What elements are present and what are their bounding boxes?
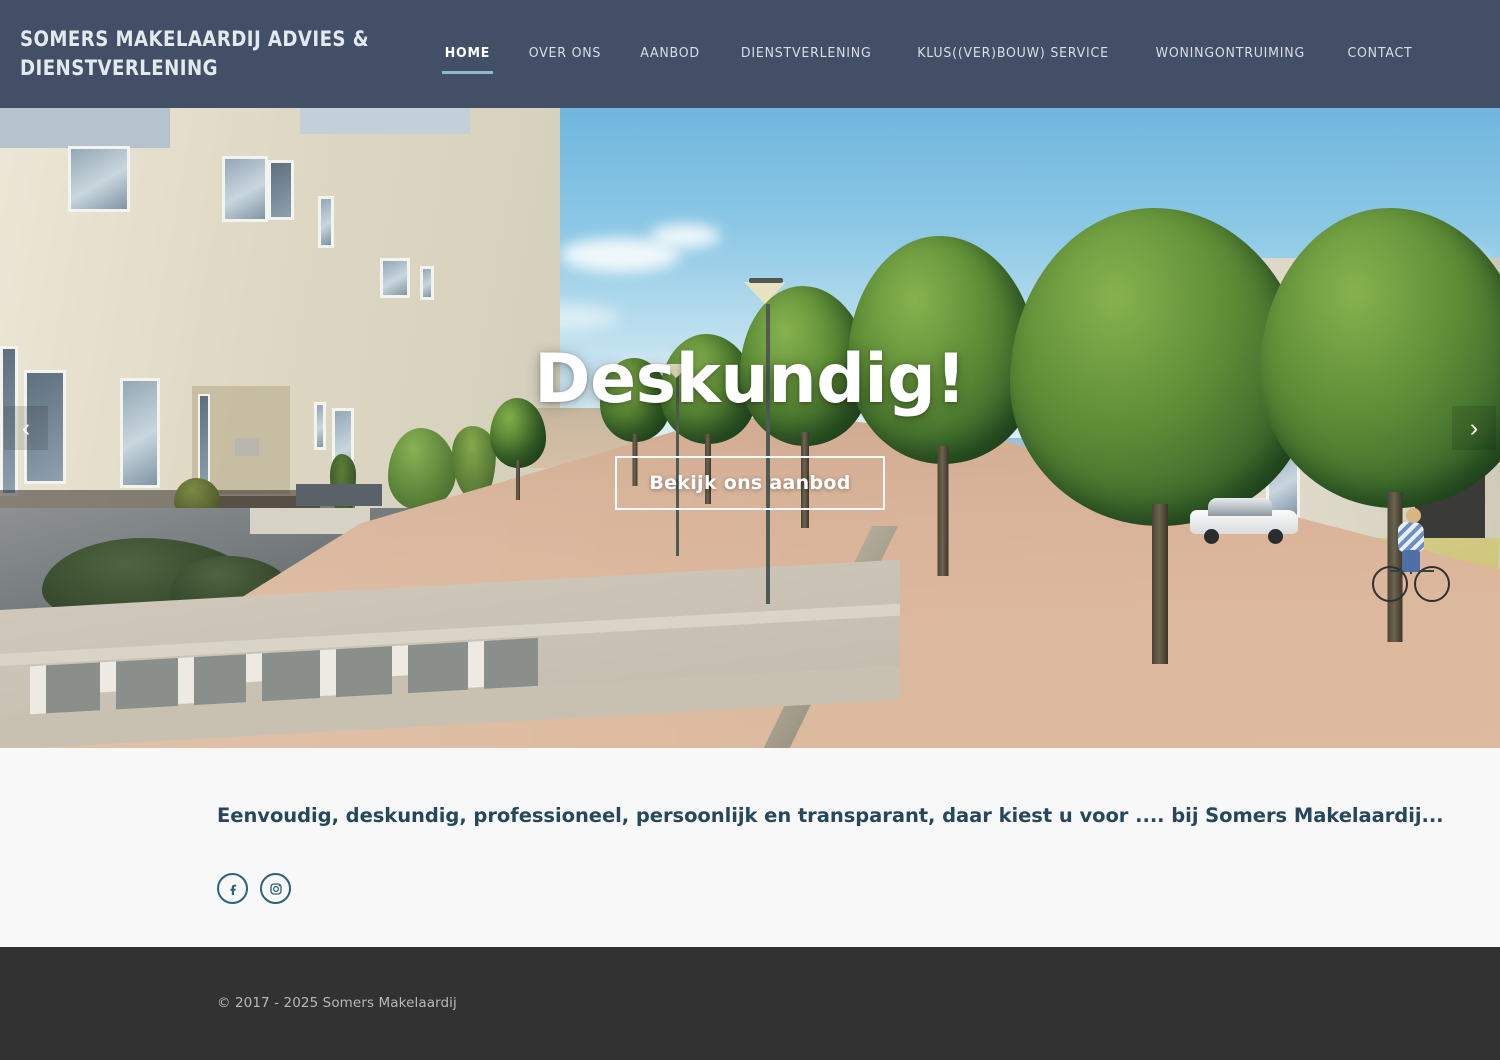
nav-item-home[interactable]: Home — [429, 35, 506, 74]
social-links — [217, 873, 1500, 904]
main-navigation: Home Over ons Aanbod Dienstverlening Klu… — [426, 35, 1432, 74]
site-brand-logo[interactable]: Somers Makelaardij Advies & Dienstverlen… — [20, 25, 402, 83]
nav-item-aanbod[interactable]: Aanbod — [624, 35, 715, 74]
carousel-next-arrow-icon[interactable]: › — [1452, 406, 1496, 450]
nav-item-klus-verbouw-service[interactable]: Klus((ver)bouw) service — [902, 35, 1125, 74]
carousel-prev-arrow-icon[interactable]: ‹ — [4, 406, 48, 450]
nav-item-contact[interactable]: Contact — [1332, 35, 1429, 74]
intro-tagline: Eenvoudig, deskundig, professioneel, per… — [217, 804, 1444, 827]
site-header: Somers Makelaardij Advies & Dienstverlen… — [0, 0, 1500, 108]
site-footer: © 2017 - 2025 Somers Makelaardij — [0, 947, 1500, 1060]
page-root: Somers Makelaardij Advies & Dienstverlen… — [0, 0, 1500, 1060]
hero-title: Deskundig! — [534, 340, 966, 419]
hero-overlay: Deskundig! Bekijk ons aanbod — [0, 108, 1500, 748]
hero-carousel: Deskundig! Bekijk ons aanbod ‹ › — [0, 108, 1500, 748]
hero-cta-button[interactable]: Bekijk ons aanbod — [615, 456, 885, 510]
copyright-text: © 2017 - 2025 Somers Makelaardij — [217, 995, 457, 1011]
nav-item-over-ons[interactable]: Over ons — [513, 35, 617, 74]
facebook-icon[interactable] — [217, 873, 248, 904]
intro-section: Eenvoudig, deskundig, professioneel, per… — [0, 748, 1500, 947]
nav-item-woningontruiming[interactable]: Woningontruiming — [1140, 35, 1321, 74]
instagram-icon[interactable] — [260, 873, 291, 904]
nav-item-dienstverlening[interactable]: Dienstverlening — [725, 35, 887, 74]
